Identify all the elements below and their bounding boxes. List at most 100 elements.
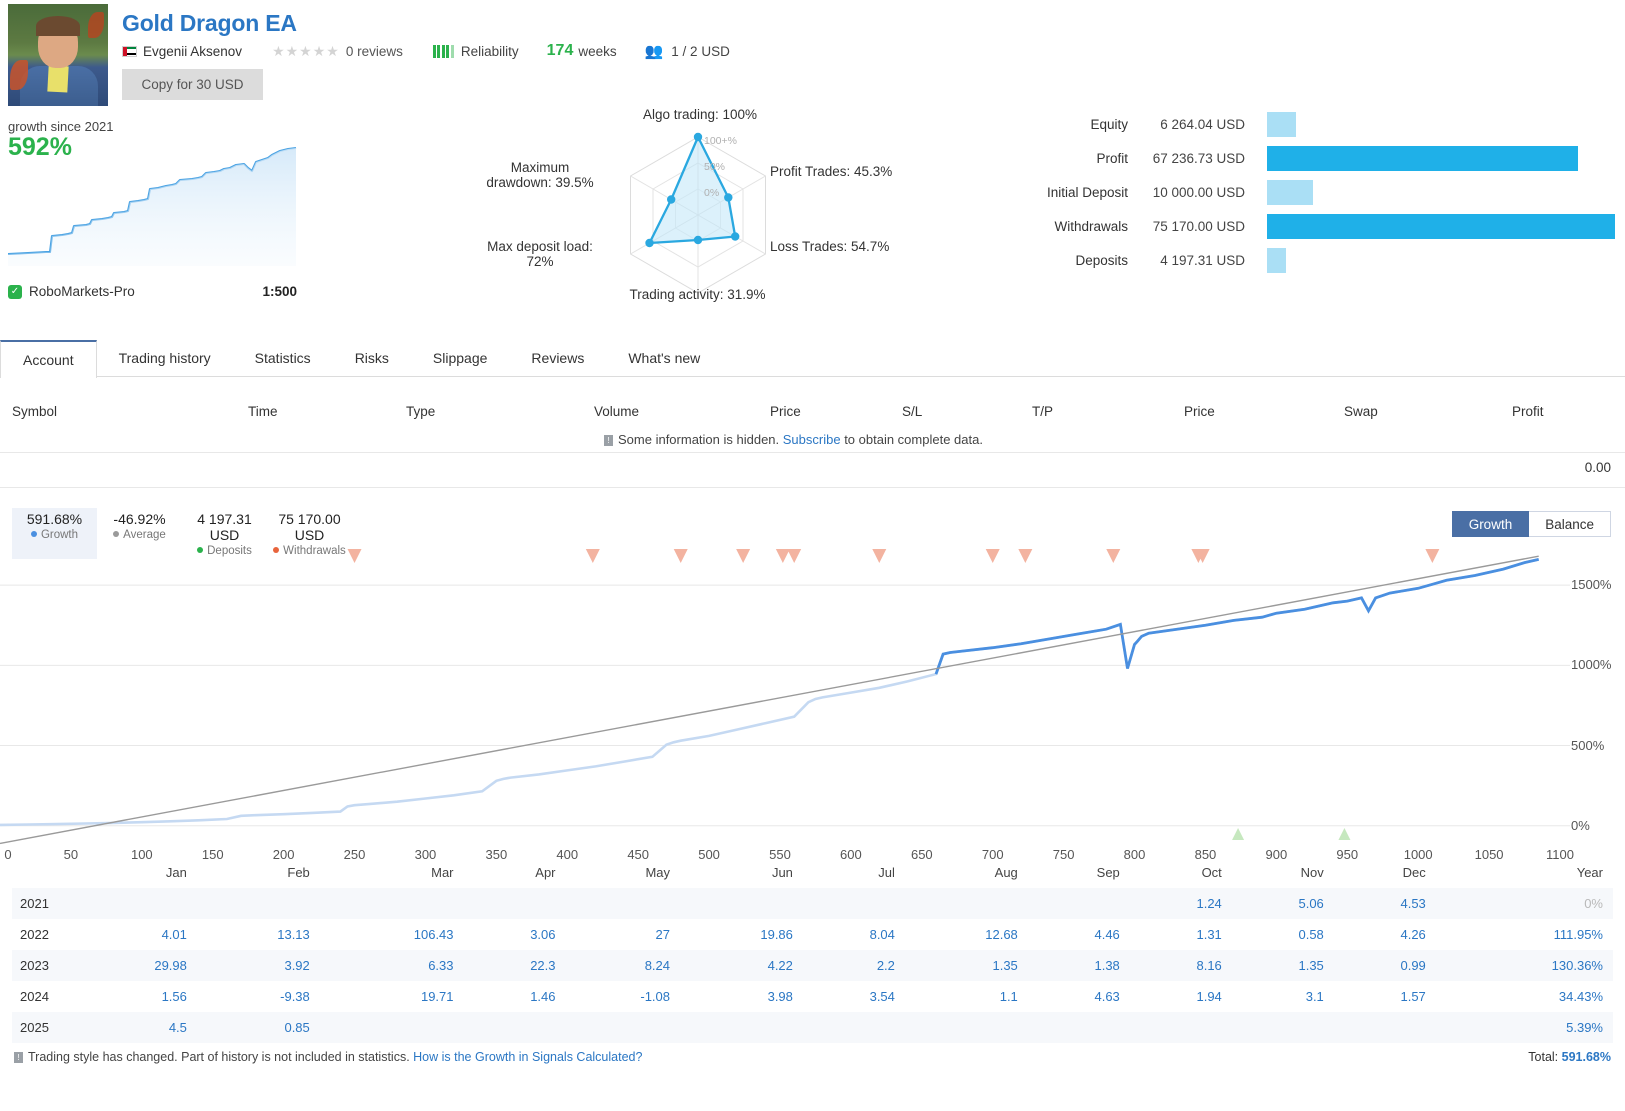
column-header-swap[interactable]: Swap <box>1344 404 1378 419</box>
month-value <box>464 888 566 919</box>
x-axis-label: 950 <box>1336 847 1359 862</box>
column-header-type[interactable]: Type <box>406 404 435 419</box>
month-value: 1.31 <box>1196 927 1222 942</box>
x-axis-label: 450 <box>627 847 650 862</box>
growth-chart[interactable] <box>0 545 1625 845</box>
subscribers-value: 1 / 2 USD <box>671 43 730 59</box>
month-value: -1.08 <box>640 989 671 1004</box>
avatar <box>8 4 108 106</box>
hidden-notice-prefix: Some information is hidden. <box>618 432 783 447</box>
month-value <box>905 888 1028 919</box>
year-total: 130.36% <box>1551 958 1603 973</box>
stat-value: 4 197.31 USD <box>1160 253 1245 268</box>
month-value: 12.68 <box>985 927 1018 942</box>
broker-name[interactable]: ✓ RoboMarkets-Pro <box>8 284 135 299</box>
tab-slippage[interactable]: Slippage <box>411 340 510 377</box>
ae-flag-icon <box>122 45 137 57</box>
month-value: 4.22 <box>767 958 793 973</box>
toggle-growth-button[interactable]: Growth <box>1451 511 1530 537</box>
stat-row: Deposits 4 197.31 USD <box>1035 248 1615 273</box>
monthly-returns-table: Jan Feb Mar Apr May Jun Jul Aug Sep Oct Nov Dec Year… <box>12 862 1613 1043</box>
month-value: 1.38 <box>1094 958 1120 973</box>
tab-statistics[interactable]: Statistics <box>233 340 333 377</box>
x-axis-label: 850 <box>1194 847 1217 862</box>
column-header-volume[interactable]: Volume <box>594 404 639 419</box>
growth-calculation-link[interactable]: How is the Growth in Signals Calculated? <box>413 1050 642 1064</box>
row-year: 2024 <box>20 989 49 1004</box>
tab-risks[interactable]: Risks <box>333 340 411 377</box>
stat-row: Withdrawals 75 170.00 USD <box>1035 214 1615 239</box>
withdrawal-marker <box>787 549 802 563</box>
x-axis-label: 350 <box>485 847 508 862</box>
withdrawal-marker <box>985 549 1000 563</box>
month-value: 3.06 <box>530 927 556 942</box>
tab-reviews[interactable]: Reviews <box>509 340 606 377</box>
column-header-symbol[interactable]: Symbol <box>12 404 57 419</box>
month-column-header: Jun <box>771 865 793 880</box>
month-value: 4.53 <box>1400 896 1426 911</box>
month-column-header: Apr <box>535 865 556 880</box>
tab-what-s-new[interactable]: What's new <box>606 340 722 377</box>
y-axis-label: 1500% <box>1571 577 1612 593</box>
column-header-t-p[interactable]: T/P <box>1032 404 1053 419</box>
month-value: 1.35 <box>992 958 1018 973</box>
withdrawal-marker <box>775 549 790 563</box>
stat-label: Profit <box>1096 151 1128 166</box>
month-column-header: Jan <box>165 865 187 880</box>
x-axis-label: 300 <box>414 847 437 862</box>
toggle-balance-button[interactable]: Balance <box>1529 511 1611 537</box>
stat-bar-track <box>1267 248 1615 273</box>
x-axis-label: 600 <box>840 847 862 862</box>
month-value <box>905 1012 1028 1043</box>
reviews-count: 0 reviews <box>345 43 403 59</box>
x-axis-label: 0 <box>4 847 12 862</box>
chart-mode-toggle: Growth Balance <box>1451 511 1611 537</box>
row-year: 2023 <box>20 958 49 973</box>
reliability-label: Reliability <box>460 43 519 59</box>
footer-total-label: Total: <box>1528 1050 1562 1064</box>
withdrawal-marker <box>872 549 887 563</box>
reliability-bars-icon <box>432 44 454 58</box>
month-value: 2.2 <box>876 958 895 973</box>
tab-trading-history[interactable]: Trading history <box>97 340 233 377</box>
subscribe-link[interactable]: Subscribe <box>783 432 841 447</box>
page-title[interactable]: Gold Dragon EA <box>122 10 297 37</box>
month-column-header: Oct <box>1201 865 1222 880</box>
row-year: 2021 <box>20 896 49 911</box>
radar-chart: 100+% 50% 0% Algo trading: 100% Profit T… <box>470 105 892 315</box>
table-row: 2024 1.56 -9.38 19.71 1.46 -1.08 3.98 3.54 1.1 4.… <box>12 981 1613 1012</box>
column-header-price[interactable]: Price <box>770 404 801 419</box>
month-value: 0.99 <box>1400 958 1426 973</box>
trade-table-header: Symbol Time Type Volume Price S/L T/P Price Swap… <box>0 392 1625 430</box>
month-value <box>680 888 803 919</box>
subscribers-icon: 👥 <box>644 43 664 60</box>
column-header-s-l[interactable]: S/L <box>902 404 922 419</box>
month-column-header: Year <box>1576 865 1603 880</box>
copy-button[interactable]: Copy for 30 USD <box>122 69 263 100</box>
author-name[interactable]: Evgenii Aksenov <box>143 44 242 59</box>
radar-label-trading-activity: Trading activity: 31.9% <box>629 287 766 302</box>
month-value: 6.33 <box>428 958 454 973</box>
broker-label: RoboMarkets-Pro <box>29 284 135 299</box>
radar-ring-mid: 50% <box>704 161 725 173</box>
column-header-profit[interactable]: Profit <box>1512 404 1544 419</box>
month-value: 106.43 <box>413 927 454 942</box>
stat-value: 75 170.00 USD <box>1152 219 1245 234</box>
month-value: 3.92 <box>284 958 310 973</box>
year-total: 0% <box>1584 896 1603 911</box>
withdrawal-marker <box>1106 549 1121 563</box>
stat-value: 6 264.04 USD <box>1160 117 1245 132</box>
column-header-price[interactable]: Price <box>1184 404 1215 419</box>
column-header-time[interactable]: Time <box>248 404 278 419</box>
month-column-header: Feb <box>287 865 310 880</box>
month-value <box>1028 1012 1130 1043</box>
stat-row: Equity 6 264.04 USD <box>1035 112 1615 137</box>
x-axis-label: 150 <box>201 847 224 862</box>
table-row: 2025 4.5 0.85 5.39% <box>12 1012 1613 1043</box>
month-value: 8.24 <box>644 958 671 973</box>
tab-account[interactable]: Account <box>0 340 97 378</box>
radar-label-max-deposit-load: Max deposit load: 72% <box>470 239 610 269</box>
month-value: 4.01 <box>161 927 187 942</box>
year-total: 34.43% <box>1558 989 1603 1004</box>
month-value: 29.98 <box>154 958 187 973</box>
